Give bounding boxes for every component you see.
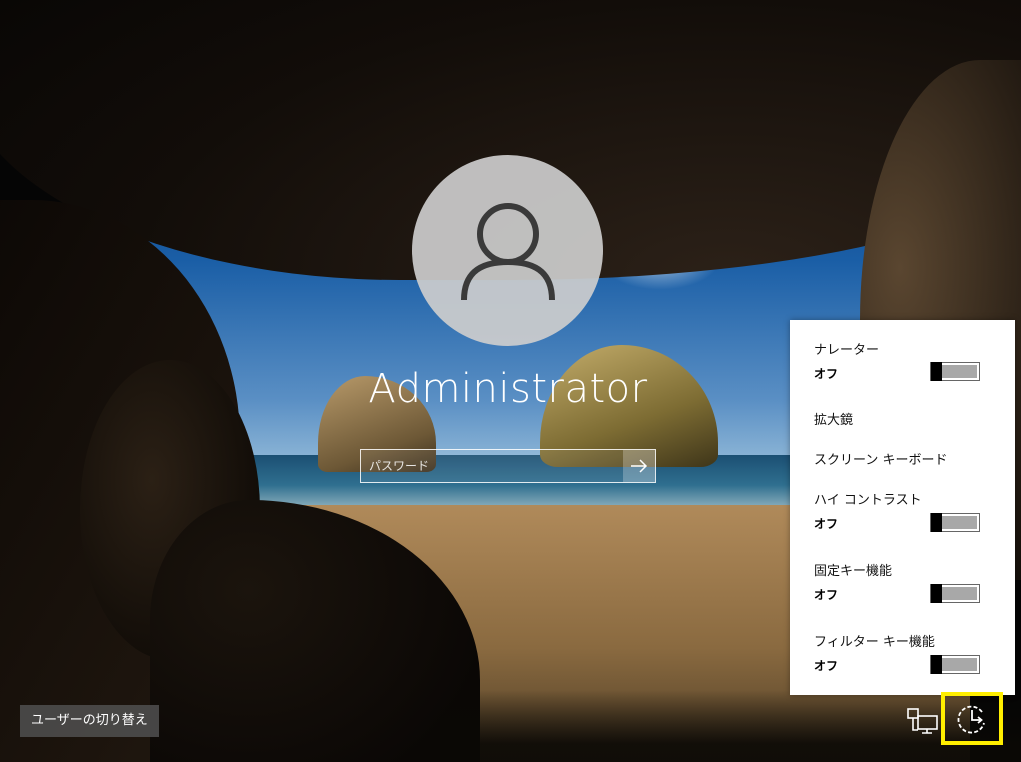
switch-user-button[interactable]: ユーザーの切り替え (20, 705, 159, 737)
filter-keys-state: オフ (814, 659, 839, 673)
toggle-track (941, 365, 977, 378)
toggle-knob (931, 513, 942, 532)
sticky-keys-label[interactable]: 固定キー機能 (814, 560, 892, 579)
narrator-toggle[interactable] (930, 362, 980, 381)
toggle-track (941, 587, 977, 600)
arrow-right-icon (631, 459, 648, 473)
ease-of-access-button[interactable] (941, 692, 1003, 745)
sticky-keys-toggle[interactable] (930, 584, 980, 603)
filter-keys-toggle[interactable] (930, 655, 980, 674)
submit-button[interactable] (623, 450, 655, 482)
network-button[interactable] (906, 704, 940, 738)
sticky-keys-state: オフ (814, 588, 839, 602)
toggle-track (941, 516, 977, 529)
password-box (360, 449, 656, 483)
ease-of-access-icon (957, 705, 985, 733)
filter-keys-label[interactable]: フィルター キー機能 (814, 631, 935, 650)
high-contrast-label[interactable]: ハイ コントラスト (814, 489, 922, 508)
toggle-knob (931, 584, 942, 603)
on-screen-keyboard-item[interactable]: スクリーン キーボード (814, 449, 947, 468)
toggle-knob (931, 362, 942, 381)
ease-of-access-menu: ナレーター オフ 拡大鏡 スクリーン キーボード ハイ コントラスト オフ 固定… (790, 320, 1015, 695)
toggle-knob (931, 655, 942, 674)
high-contrast-toggle[interactable] (930, 513, 980, 532)
narrator-label[interactable]: ナレーター (814, 339, 879, 358)
network-icon (907, 708, 938, 734)
high-contrast-state: オフ (814, 517, 839, 531)
username-label: Administrator (368, 366, 648, 412)
magnifier-item[interactable]: 拡大鏡 (814, 409, 853, 428)
user-avatar (412, 155, 603, 346)
narrator-state: オフ (814, 367, 839, 381)
password-input[interactable] (361, 450, 623, 482)
lock-screen: Administrator ユーザーの切り替え ナレーター オフ 拡大鏡 スクリ… (0, 0, 1021, 762)
toggle-track (941, 658, 977, 671)
user-silhouette-icon (460, 202, 555, 300)
